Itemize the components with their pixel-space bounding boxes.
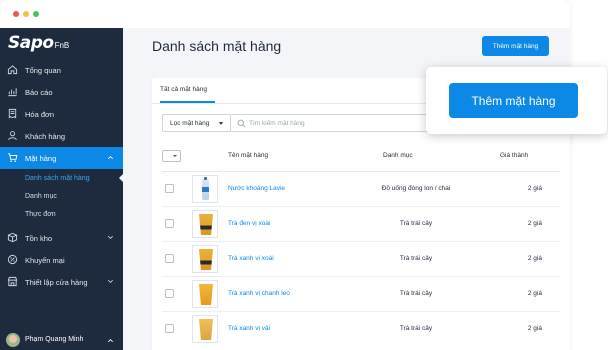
user-menu[interactable]: Phạm Quang Minh	[0, 329, 123, 350]
sidebar-subitem-label: Danh mục	[25, 192, 57, 200]
product-category: Đồ uống đóng lon / chai	[381, 185, 451, 192]
sidebar-item-overview[interactable]: Tổng quan	[0, 59, 123, 81]
product-name-link[interactable]: Trà đen vị xoài	[228, 220, 270, 227]
sidebar-item-label: Báo cáo	[25, 87, 53, 97]
sidebar-subitem-label: Thực đơn	[25, 210, 56, 218]
product-thumbnail	[192, 210, 218, 238]
sidebar-item-label: Tồn kho	[25, 233, 53, 243]
row-checkbox[interactable]	[165, 219, 174, 228]
logo-sub-text: FnB	[54, 41, 70, 50]
table-row[interactable]: Trà xanh vị chanh leo Trà trái cây 2 giá	[152, 277, 570, 311]
home-icon	[7, 65, 18, 75]
product-category: Trà trái cây	[399, 255, 433, 262]
tea-cup-image	[199, 249, 213, 270]
cart-icon	[7, 153, 18, 162]
column-header-name[interactable]: Tên mặt hàng	[228, 152, 268, 159]
product-name-link[interactable]: Nước khoáng Lavie	[228, 185, 285, 192]
sapo-logo[interactable]: Sapo FnB	[8, 34, 69, 52]
product-price: 2 giá	[527, 290, 542, 297]
sidebar-item-promotions[interactable]: Khuyến mại	[0, 249, 123, 271]
tab-all-products[interactable]: Tất cả mặt hàng	[160, 86, 207, 93]
sidebar-item-label: Khách hàng	[25, 131, 66, 141]
product-thumbnail	[192, 245, 218, 273]
discount-icon	[7, 254, 18, 265]
tea-cup-image	[199, 284, 213, 305]
sidebar-item-reports[interactable]: Báo cáo	[0, 81, 123, 103]
sidebar-item-inventory[interactable]: Tồn kho	[0, 227, 123, 249]
filter-label: Lọc mặt hàng	[170, 119, 210, 127]
logo-main-text: Sapo	[8, 33, 54, 53]
row-checkbox[interactable]	[165, 324, 174, 333]
zoom-window-button[interactable]	[33, 11, 39, 17]
column-header-price[interactable]: Giá thành	[500, 152, 528, 159]
sidebar-subitem-product-list[interactable]: Danh sách mặt hàng	[0, 169, 123, 187]
receipt-icon	[8, 108, 17, 119]
sidebar-item-label: Thiết lập cửa hàng	[25, 277, 88, 287]
sidebar-subitem-menu[interactable]: Thực đơn	[0, 205, 123, 223]
search-icon	[237, 119, 246, 128]
caret-down-icon	[219, 122, 223, 125]
tea-cup-image	[199, 214, 213, 235]
page-title: Danh sách mặt hàng	[152, 38, 282, 54]
sidebar-subitem-categories[interactable]: Danh mục	[0, 187, 123, 205]
product-price: 2 giá	[527, 220, 542, 227]
add-product-button[interactable]: Thêm mặt hàng	[482, 36, 549, 56]
table-row[interactable]: Trà đen vị xoài Trà trái cây 2 giá	[152, 207, 570, 241]
product-price: 2 giá	[527, 255, 542, 262]
close-window-button[interactable]	[13, 11, 19, 17]
sidebar: Sapo FnB Tổng quan Báo cáo Hóa đơn Khách…	[0, 28, 123, 350]
user-name: Phạm Quang Minh	[25, 336, 84, 343]
sidebar-item-products[interactable]: Mặt hàng	[0, 147, 123, 169]
sidebar-item-customers[interactable]: Khách hàng	[0, 125, 123, 147]
app-window: Sapo FnB Tổng quan Báo cáo Hóa đơn Khách…	[0, 0, 570, 350]
sidebar-item-label: Mặt hàng	[25, 153, 57, 163]
store-settings-icon	[7, 276, 18, 287]
chevron-up-icon	[108, 339, 113, 343]
table-header: Tên mặt hàng Danh mục Giá thành	[152, 150, 570, 164]
table-row[interactable]: Nước khoáng Lavie Đồ uống đóng lon / cha…	[152, 172, 570, 206]
product-price: 2 giá	[527, 185, 542, 192]
product-price: 2 giá	[527, 325, 542, 332]
column-header-category[interactable]: Danh mục	[383, 152, 413, 159]
sidebar-item-label: Khuyến mại	[25, 255, 65, 265]
stage: Sapo FnB Tổng quan Báo cáo Hóa đơn Khách…	[0, 0, 608, 350]
table-row[interactable]: Trà xanh vị xoài Trà trái cây 2 giá	[152, 242, 570, 276]
chevron-up-icon	[108, 156, 113, 160]
sidebar-nav: Tổng quan Báo cáo Hóa đơn Khách hàng Mặt…	[0, 59, 123, 293]
product-category: Trà trái cây	[399, 220, 433, 227]
table-row[interactable]: Trà xanh vị vải Trà trái cây 2 giá	[152, 312, 570, 346]
minimize-window-button[interactable]	[23, 11, 29, 17]
product-name-link[interactable]: Trà xanh vị vải	[228, 325, 270, 332]
title-bar	[0, 0, 570, 28]
select-all-checkbox[interactable]	[162, 150, 181, 162]
row-checkbox[interactable]	[165, 184, 174, 193]
zoom-callout: Thêm mặt hàng	[426, 67, 607, 134]
sidebar-item-label: Hóa đơn	[25, 109, 55, 119]
product-thumbnail	[192, 175, 218, 203]
chevron-down-icon	[108, 235, 113, 239]
sidebar-item-store-settings[interactable]: Thiết lập cửa hàng	[0, 271, 123, 293]
product-thumbnail	[192, 315, 218, 343]
add-product-button-zoomed[interactable]: Thêm mặt hàng	[449, 83, 578, 118]
product-thumbnail	[192, 280, 218, 308]
chart-icon	[8, 88, 17, 97]
product-category: Trà trái cây	[399, 325, 433, 332]
chevron-down-icon	[108, 279, 113, 283]
water-bottle-image	[202, 177, 209, 200]
filter-dropdown[interactable]: Lọc mặt hàng	[162, 114, 231, 132]
tea-cup-image	[199, 319, 213, 340]
product-name-link[interactable]: Trà xanh vị chanh leo	[228, 290, 290, 297]
row-checkbox[interactable]	[165, 254, 174, 263]
user-icon	[8, 131, 17, 141]
sidebar-item-label: Tổng quan	[25, 65, 61, 75]
search-placeholder: Tìm kiếm mặt hàng	[249, 119, 305, 127]
product-name-link[interactable]: Trà xanh vị xoài	[228, 255, 274, 262]
product-category: Trà trái cây	[399, 290, 433, 297]
sidebar-item-invoices[interactable]: Hóa đơn	[0, 103, 123, 125]
row-checkbox[interactable]	[165, 289, 174, 298]
box-icon	[7, 232, 18, 243]
avatar	[6, 333, 20, 347]
sidebar-subitem-label: Danh sách mặt hàng	[25, 174, 90, 182]
